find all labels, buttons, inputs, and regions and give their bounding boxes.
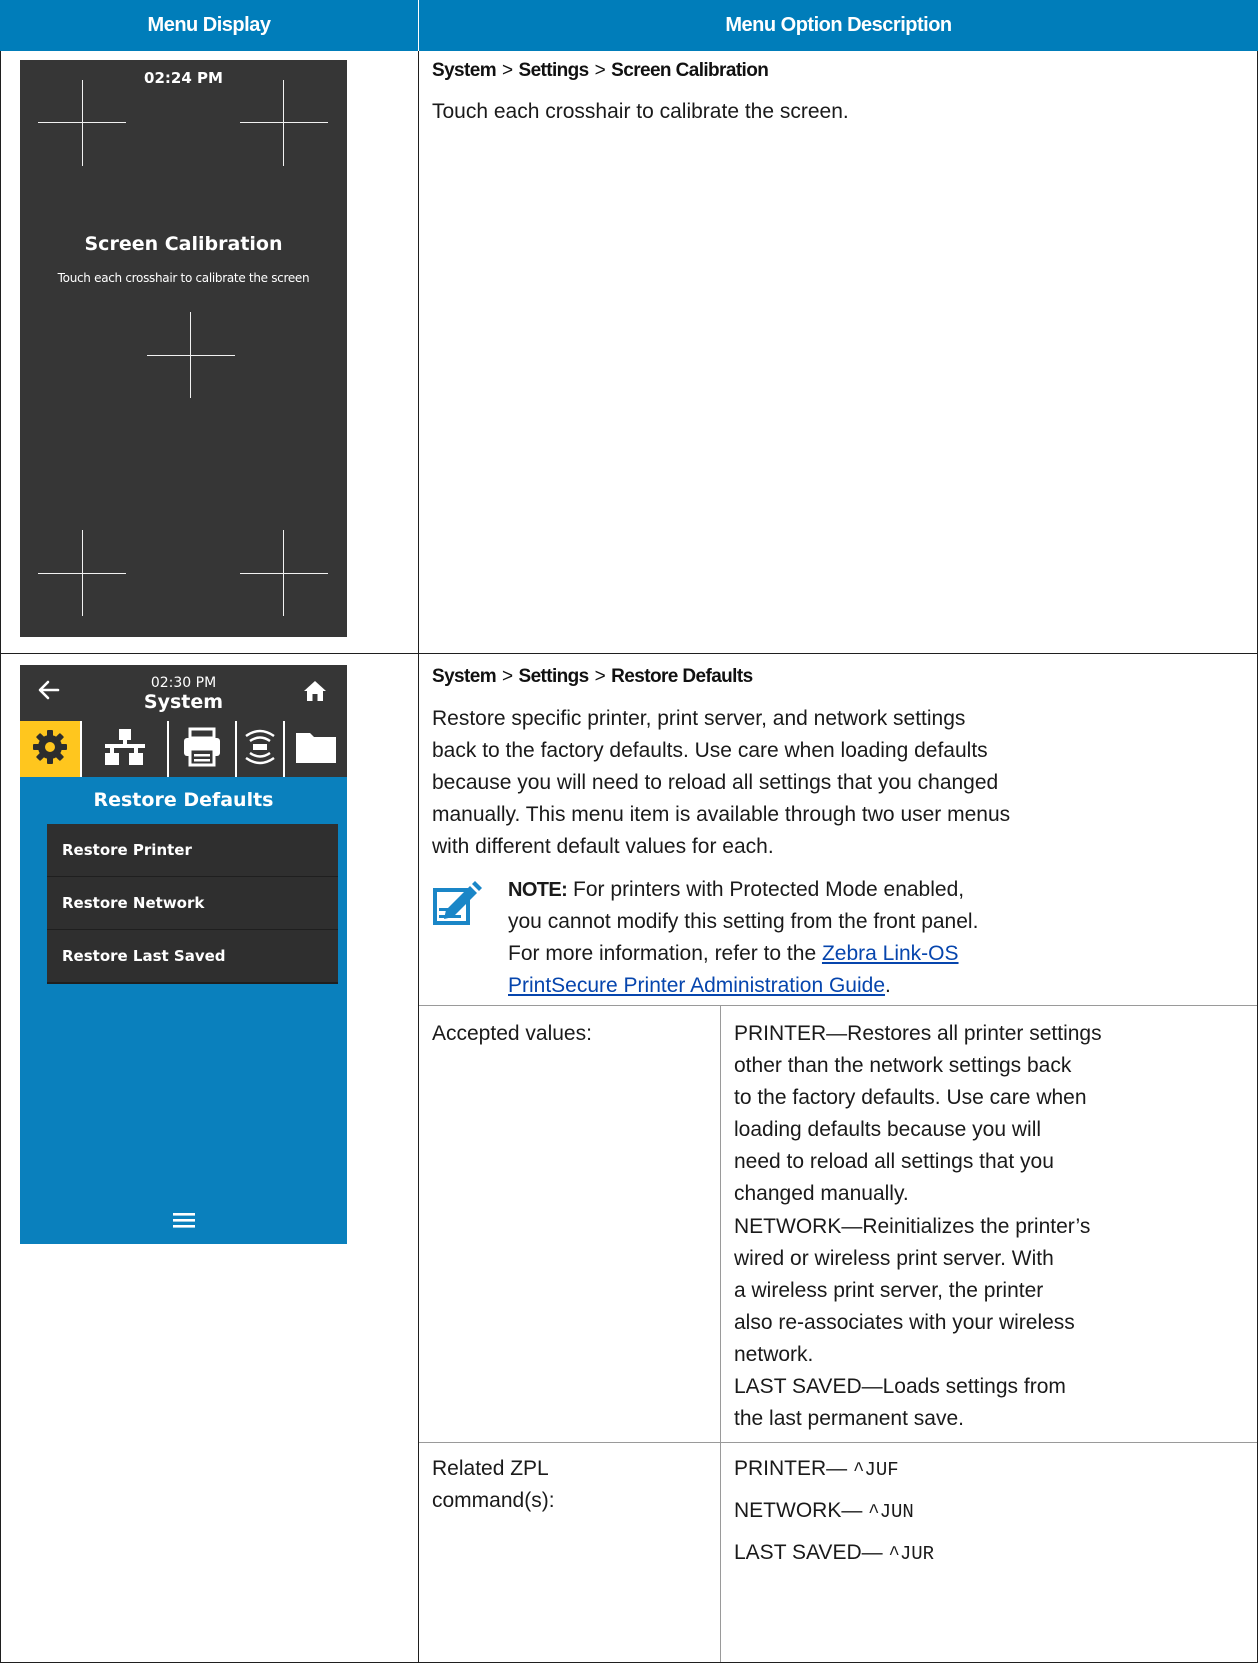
accepted-value-printer: PRINTER—Restores all printer settings ot… — [734, 1022, 1102, 1205]
header-divider — [418, 0, 419, 51]
display-header-title: System — [143, 691, 224, 713]
table-border-left — [0, 51, 1, 1663]
note-icon — [432, 880, 484, 937]
zpl-command-last-saved: LAST SAVED— ^JUR — [734, 1541, 935, 1565]
hamburger-menu-icon[interactable] — [20, 1206, 347, 1237]
calibration-title: Screen Calibration — [84, 233, 283, 255]
subtable-column-divider — [720, 1005, 721, 1662]
gear-icon — [30, 727, 70, 772]
tab-rfid[interactable] — [237, 721, 283, 777]
screen-calibration-description: Touch each crosshair to calibrate the sc… — [432, 100, 849, 123]
clock-time: 02:30 PM — [150, 675, 217, 691]
home-icon[interactable] — [302, 679, 328, 708]
accepted-value-last-saved: LAST SAVED—Loads settings from the last … — [734, 1375, 1066, 1430]
table-column-divider — [418, 51, 419, 1663]
subtable-row-divider — [419, 1442, 1257, 1443]
display-header: 02:30 PM System — [20, 665, 347, 721]
restore-defaults-title: Restore Defaults — [93, 789, 274, 811]
network-icon — [103, 727, 147, 772]
screen-calibration-display: 02:24 PM Screen Calibration Touch each c… — [20, 60, 347, 637]
zpl-command-network: NETWORK— ^JUN — [734, 1499, 914, 1523]
breadcrumb-restore-defaults: System > Settings > Restore Defaults — [432, 666, 753, 687]
printer-icon — [181, 727, 223, 772]
table-row-divider — [0, 653, 1258, 654]
restore-defaults-description: Restore specific printer, print server, … — [432, 707, 1011, 858]
category-tab-bar — [20, 721, 347, 777]
breadcrumb-screen-calibration: System > Settings > Screen Calibration — [432, 60, 769, 81]
tab-settings[interactable] — [20, 721, 80, 777]
tab-storage[interactable] — [285, 721, 347, 777]
zpl-command-printer: PRINTER— ^JUF — [734, 1457, 899, 1481]
tab-network[interactable] — [82, 721, 167, 777]
accepted-value-network: NETWORK—Reinitializes the printer’s wire… — [734, 1215, 1091, 1366]
restore-last-saved-item[interactable]: Restore Last Saved — [47, 930, 338, 984]
accepted-values-label: Accepted values: — [432, 1022, 592, 1045]
tab-print[interactable] — [169, 721, 235, 777]
related-zpl-label: Related ZPL command(s): — [432, 1457, 555, 1512]
note-text: NOTE: For printers with Protected Mode e… — [508, 878, 979, 997]
calibration-instruction: Touch each crosshair to calibrate the sc… — [57, 271, 310, 285]
restore-network-item[interactable]: Restore Network — [47, 877, 338, 931]
rfid-icon — [240, 727, 280, 772]
admin-guide-link[interactable]: Zebra Link-OS — [822, 942, 959, 965]
header-menu-option-description: Menu Option Description — [419, 0, 1258, 51]
folder-icon — [293, 728, 339, 771]
header-menu-display: Menu Display — [0, 0, 418, 51]
restore-defaults-display: 02:30 PM System Restore Defaults Restore… — [20, 665, 347, 1244]
clock-time: 02:24 PM — [144, 69, 223, 87]
subtable-top-border — [419, 1005, 1257, 1006]
restore-printer-item[interactable]: Restore Printer — [47, 824, 338, 878]
admin-guide-link-continued[interactable]: PrintSecure Printer Administration Guide — [508, 974, 885, 997]
